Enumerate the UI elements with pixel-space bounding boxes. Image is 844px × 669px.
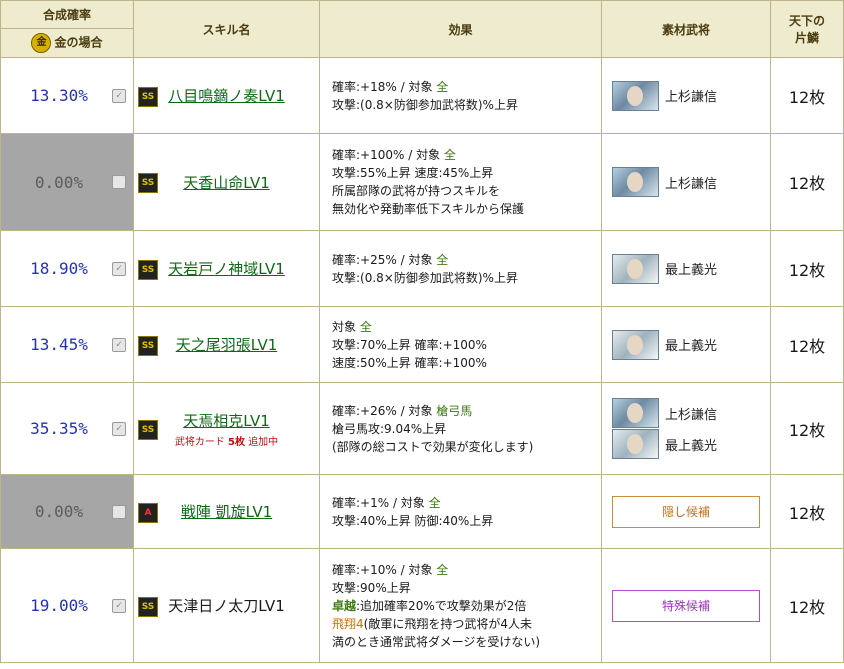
- skill-link[interactable]: 戦陣 凱旋LV1: [181, 503, 272, 521]
- grade-ss-icon: SS: [138, 335, 158, 356]
- table-row: 18.90% ✓ SS 天岩戸ノ神域LV1 確率:+25% / 対象 全攻撃:(0.…: [0, 230, 844, 307]
- piece-count: 12枚: [770, 306, 844, 383]
- effect-cell: 確率:+18% / 対象 全攻撃:(0.8×防御参加武将数)%上昇: [319, 57, 602, 134]
- effect-header: 効果: [319, 0, 602, 58]
- rate-cell: 0.00%: [0, 133, 134, 231]
- rate-cell: 0.00%: [0, 474, 134, 549]
- material-cell: 上杉謙信: [601, 57, 771, 134]
- rate-value: 19.00%: [30, 596, 88, 615]
- skill-cell: A 戦陣 凱旋LV1: [133, 474, 320, 549]
- material-general-name: 上杉謙信: [665, 407, 718, 423]
- skill-name: 天津日ノ太刀LV1: [168, 597, 285, 615]
- material-general-name: 上杉謙信: [665, 90, 718, 105]
- skill-synthesis-table: 合成確率 スキル名 効果 素材武将 天下の 片鱗 金金の場合 13.30% ✓ SS…: [0, 0, 844, 663]
- table-row: 0.00% A 戦陣 凱旋LV1 確率:+1% / 対象 全攻撃:40%上昇 防御…: [0, 474, 844, 549]
- gold-coin-icon: 金: [31, 33, 52, 53]
- piece-count: 12枚: [770, 548, 844, 663]
- rate-value: 0.00%: [34, 502, 84, 521]
- rate-cell: 13.45% ✓: [0, 306, 134, 383]
- gold-case-header: 金金の場合: [0, 28, 134, 58]
- general-portrait-icon: [612, 329, 659, 360]
- material-header: 素材武将: [601, 0, 771, 58]
- material-general-name: 上杉謙信: [665, 176, 718, 192]
- rate-cell: 18.90% ✓: [0, 230, 134, 307]
- table-row: 0.00% SS 天香山命LV1 確率:+100% / 対象 全攻撃:55%上昇 …: [0, 133, 844, 231]
- skill-checkbox[interactable]: ✓: [112, 421, 126, 436]
- added-cards-note: 武将カード 5枚 追加中: [174, 436, 279, 448]
- skill-link[interactable]: 天香山命LV1: [183, 174, 270, 192]
- material-cell: 最上義光: [601, 306, 771, 383]
- table-row: 13.45% ✓ SS 天之尾羽張LV1 対象 全攻撃:70%上昇 確率:+100%…: [0, 306, 844, 383]
- material-general-name: 最上義光: [665, 263, 718, 278]
- rate-cell: 13.30% ✓: [0, 57, 134, 134]
- general-portrait-icon: [612, 167, 659, 197]
- skill-checkbox[interactable]: ✓: [112, 261, 126, 276]
- material-cell: 特殊候補: [601, 548, 771, 663]
- skill-cell: SS 天之尾羽張LV1: [133, 306, 320, 383]
- skill-checkbox[interactable]: [112, 504, 126, 519]
- material-cell: 隠し候補: [601, 474, 771, 549]
- rate-value: 0.00%: [34, 172, 84, 192]
- skill-cell: SS 天岩戸ノ神域LV1: [133, 230, 320, 307]
- rate-cell: 19.00% ✓: [0, 548, 134, 663]
- piece-count: 12枚: [770, 133, 844, 231]
- effect-cell: 確率:+25% / 対象 全攻撃:(0.8×防御参加武将数)%上昇: [319, 230, 602, 307]
- rate-value: 13.30%: [30, 86, 88, 105]
- piece-count: 12枚: [770, 57, 844, 134]
- skill-checkbox[interactable]: ✓: [112, 88, 126, 103]
- material-general-name: 最上義光: [665, 339, 718, 354]
- skill-cell: SS 八目鳴鏑ノ奏LV1: [133, 57, 320, 134]
- rate-header: 合成確率: [0, 0, 134, 29]
- skill-checkbox[interactable]: ✓: [112, 337, 126, 352]
- rate-cell: 35.35% ✓: [0, 382, 134, 475]
- skill-link[interactable]: 天岩戸ノ神域LV1: [168, 260, 285, 278]
- skill-checkbox[interactable]: [112, 175, 126, 189]
- skill-link[interactable]: 八目鳴鏑ノ奏LV1: [168, 87, 285, 105]
- effect-cell: 確率:+100% / 対象 全攻撃:55%上昇 速度:45%上昇 所属部隊の武将が…: [319, 133, 602, 231]
- rate-value: 18.90%: [30, 259, 88, 278]
- general-portrait-icon: [612, 429, 659, 459]
- skill-checkbox[interactable]: ✓: [112, 598, 126, 613]
- table-row: 35.35% ✓ SS 天焉相克LV1 武将カード 5枚 追加中 確率:+26% / …: [0, 382, 844, 475]
- effect-cell: 確率:+26% / 対象 槍弓馬 槍弓馬攻:9.04%上昇 (部隊の総コストで効果が…: [319, 382, 602, 475]
- skill-cell: SS 天香山命LV1: [133, 133, 320, 231]
- skill-cell: SS 天焉相克LV1 武将カード 5枚 追加中: [133, 382, 320, 475]
- table-row: 13.30% ✓ SS 八目鳴鏑ノ奏LV1 確率:+18% / 対象 全攻撃:(0.…: [0, 57, 844, 134]
- piece-header: 天下の 片鱗: [770, 0, 844, 58]
- material-cell: 上杉謙信: [601, 133, 771, 231]
- grade-a-icon: A: [138, 502, 158, 523]
- skill-cell: SS 天津日ノ太刀LV1: [133, 548, 320, 663]
- grade-ss-icon: SS: [138, 86, 158, 107]
- material-general-name: 最上義光: [665, 438, 718, 454]
- general-portrait-icon: [612, 398, 659, 428]
- effect-cell: 確率:+10% / 対象 全攻撃:90%上昇 卓越:追加確率20%で攻撃効果が2倍…: [319, 548, 602, 663]
- grade-ss-icon: SS: [138, 596, 158, 617]
- effect-cell: 確率:+1% / 対象 全攻撃:40%上昇 防御:40%上昇: [319, 474, 602, 549]
- table-row: 19.00% ✓ SS 天津日ノ太刀LV1 確率:+10% / 対象 全攻撃:90%…: [0, 548, 844, 663]
- piece-count: 12枚: [770, 230, 844, 307]
- skill-link[interactable]: 天之尾羽張LV1: [176, 336, 278, 354]
- general-portrait-icon: [612, 80, 659, 111]
- rate-header-label: 合成確率: [42, 8, 91, 22]
- skill-link[interactable]: 天焉相克LV1: [183, 412, 270, 430]
- rate-value: 35.35%: [30, 419, 88, 438]
- grade-ss-icon: SS: [138, 259, 158, 280]
- piece-count: 12枚: [770, 382, 844, 475]
- grade-ss-icon: SS: [138, 173, 158, 193]
- grade-ss-icon: SS: [138, 419, 158, 440]
- general-portrait-icon: [612, 253, 659, 284]
- hidden-candidate-button[interactable]: 隠し候補: [612, 495, 760, 528]
- rate-value: 13.45%: [30, 335, 88, 354]
- material-cell: 上杉謙信 最上義光: [601, 382, 771, 475]
- material-cell: 最上義光: [601, 230, 771, 307]
- skill-name-header: スキル名: [133, 0, 320, 58]
- piece-count: 12枚: [770, 474, 844, 549]
- special-candidate-button[interactable]: 特殊候補: [612, 589, 760, 622]
- effect-cell: 対象 全攻撃:70%上昇 確率:+100% 速度:50%上昇 確率:+100%: [319, 306, 602, 383]
- gold-case-label: 金の場合: [54, 35, 103, 50]
